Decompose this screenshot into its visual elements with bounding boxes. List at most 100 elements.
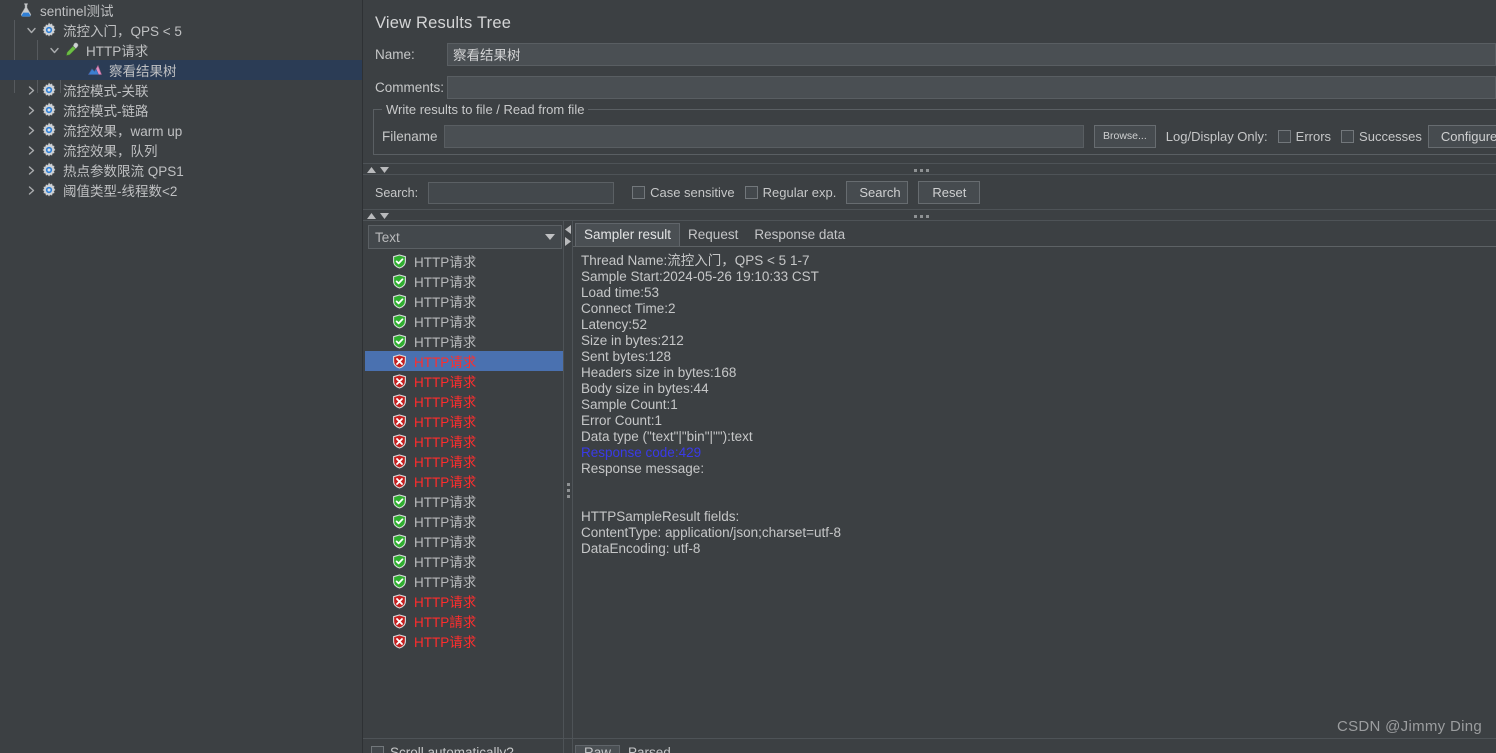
tree-node-label: 阈值类型-线程数<2	[63, 184, 178, 199]
view-results-tree-panel: View Results Tree Name: Comments: Write …	[362, 0, 1496, 753]
tree-node[interactable]: 察看结果树	[0, 60, 362, 80]
search-label: Search:	[375, 185, 419, 200]
tree-twisty-expanded[interactable]	[46, 40, 62, 60]
vertical-splitter-grip[interactable]	[567, 483, 570, 498]
bottom-tab[interactable]: Raw	[575, 745, 621, 753]
jmeter-window: sentinel测试 流控入门，QPS < 5 HTTP请求 察看结果树 流控模式-关联…	[0, 0, 1496, 753]
shield-err-icon	[389, 453, 409, 469]
regular-exp-wrap[interactable]: Regular exp.	[744, 185, 836, 200]
write-results-groupbox: Write results to file / Read from file F…	[373, 102, 1496, 155]
splitter-grip[interactable]	[914, 164, 929, 176]
browse-button[interactable]: Browse...	[1094, 124, 1156, 148]
tree-twisty-collapsed[interactable]	[23, 100, 39, 120]
reset-button[interactable]: Reset	[918, 181, 981, 204]
result-list-item[interactable]: HTTP请求	[365, 571, 563, 591]
tree-node[interactable]: 流控效果，队列	[0, 140, 362, 160]
gear-icon	[39, 160, 59, 180]
splitter-top[interactable]	[363, 163, 1496, 175]
shield-ok-icon	[389, 333, 409, 349]
results-list[interactable]: HTTP请求 HTTP请求 HTTP请求 HTTP请求 HTTP请求 HTTP请求 HTTP…	[365, 251, 563, 711]
tree-node[interactable]: 流控效果，warm up	[0, 120, 362, 140]
vertical-splitter[interactable]	[563, 221, 573, 753]
shield-ok-icon	[389, 553, 409, 569]
scroll-automatically-checkbox[interactable]	[371, 746, 384, 753]
pipette-icon	[66, 42, 79, 56]
shield-ok-icon	[392, 573, 406, 589]
shield-ok-icon	[392, 553, 406, 569]
result-item-label: HTTP请求	[414, 355, 477, 370]
result-list-item[interactable]: HTTP请求	[365, 431, 563, 451]
tree-twisty-collapsed[interactable]	[23, 80, 39, 100]
search-button[interactable]: Search	[846, 181, 909, 204]
result-list-item[interactable]: HTTP請求	[365, 611, 563, 631]
result-list-item[interactable]: HTTP请求	[365, 531, 563, 551]
scroll-automatically-wrap[interactable]: Scroll automatically?	[371, 745, 514, 753]
result-item-label: HTTP请求	[414, 375, 477, 390]
tree-node[interactable]: 热点参数限流 QPS1	[0, 160, 362, 180]
shield-err-icon	[389, 433, 409, 449]
result-list-item[interactable]: HTTP请求	[365, 551, 563, 571]
detail-tab[interactable]: Response data	[746, 224, 853, 246]
result-list-item[interactable]: HTTP请求	[365, 251, 563, 271]
result-list-item[interactable]: HTTP请求	[365, 511, 563, 531]
shield-err-icon	[392, 453, 406, 469]
shield-err-icon	[392, 613, 406, 629]
filename-input[interactable]	[444, 124, 1084, 148]
detail-tab[interactable]: Request	[680, 224, 746, 246]
comments-input[interactable]	[447, 75, 1496, 99]
result-list-item[interactable]: HTTP请求	[365, 471, 563, 491]
tree-twisty-collapsed[interactable]	[23, 120, 39, 140]
successes-checkbox[interactable]	[1341, 129, 1355, 143]
shield-err-icon	[389, 473, 409, 489]
case-sensitive-wrap[interactable]: Case sensitive	[632, 185, 735, 200]
case-sensitive-checkbox[interactable]	[632, 186, 646, 199]
tree-node[interactable]: HTTP请求	[0, 40, 362, 60]
sampler-lines-after: Response message: HTTPSampleResult field…	[581, 461, 842, 556]
shield-err-icon	[392, 593, 406, 609]
errors-checkbox-wrap[interactable]: Errors	[1277, 129, 1331, 144]
result-list-item[interactable]: HTTP请求	[365, 411, 563, 431]
splitter-middle[interactable]	[363, 209, 1496, 221]
tree-node[interactable]: 流控模式-链路	[0, 100, 362, 120]
tree-node[interactable]: sentinel测试	[0, 0, 362, 20]
result-list-item[interactable]: HTTP请求	[365, 311, 563, 331]
shield-err-icon	[392, 353, 406, 369]
flask-icon	[20, 3, 32, 17]
shield-ok-icon	[392, 293, 406, 309]
detail-tab[interactable]: Sampler result	[575, 223, 681, 246]
name-input[interactable]	[447, 42, 1496, 66]
result-item-label: HTTP请求	[414, 515, 477, 530]
result-list-item[interactable]: HTTP请求	[365, 451, 563, 471]
result-list-item[interactable]: HTTP请求	[365, 271, 563, 291]
bottom-tab[interactable]: Parsed	[620, 746, 679, 753]
result-list-item[interactable]: HTTP请求	[365, 631, 563, 651]
result-list-item[interactable]: HTTP请求	[365, 491, 563, 511]
shield-ok-icon	[392, 493, 406, 509]
errors-checkbox[interactable]	[1277, 129, 1291, 143]
result-list-item[interactable]: HTTP请求	[365, 591, 563, 611]
splitter-arrows[interactable]	[367, 164, 389, 176]
tree-node[interactable]: 流控模式-关联	[0, 80, 362, 100]
result-list-item[interactable]: HTTP请求	[365, 371, 563, 391]
gear-icon	[42, 82, 56, 97]
configure-button[interactable]: Configure	[1427, 124, 1496, 148]
tree-twisty-collapsed[interactable]	[23, 160, 39, 180]
shield-err-icon	[392, 373, 406, 389]
render-selector[interactable]: Text	[368, 225, 562, 249]
gear-icon	[42, 122, 56, 137]
result-list-item[interactable]: HTTP请求	[365, 291, 563, 311]
tree-node[interactable]: 流控入门，QPS < 5	[0, 20, 362, 40]
search-input[interactable]	[428, 181, 615, 204]
result-list-item[interactable]: HTTP请求	[365, 351, 563, 371]
tree-twisty-collapsed[interactable]	[23, 140, 39, 160]
tree-twisty-expanded[interactable]	[23, 20, 39, 40]
result-list-item[interactable]: HTTP请求	[365, 331, 563, 351]
flask-icon	[16, 0, 36, 20]
successes-checkbox-wrap[interactable]: Successes	[1341, 129, 1422, 144]
tree-node[interactable]: 阈值类型-线程数<2	[0, 180, 362, 200]
tree-twisty-collapsed[interactable]	[23, 180, 39, 200]
result-list-item[interactable]: HTTP请求	[365, 391, 563, 411]
regular-exp-checkbox[interactable]	[744, 186, 758, 199]
gear-icon	[42, 22, 56, 37]
comments-label: Comments:	[375, 79, 445, 95]
